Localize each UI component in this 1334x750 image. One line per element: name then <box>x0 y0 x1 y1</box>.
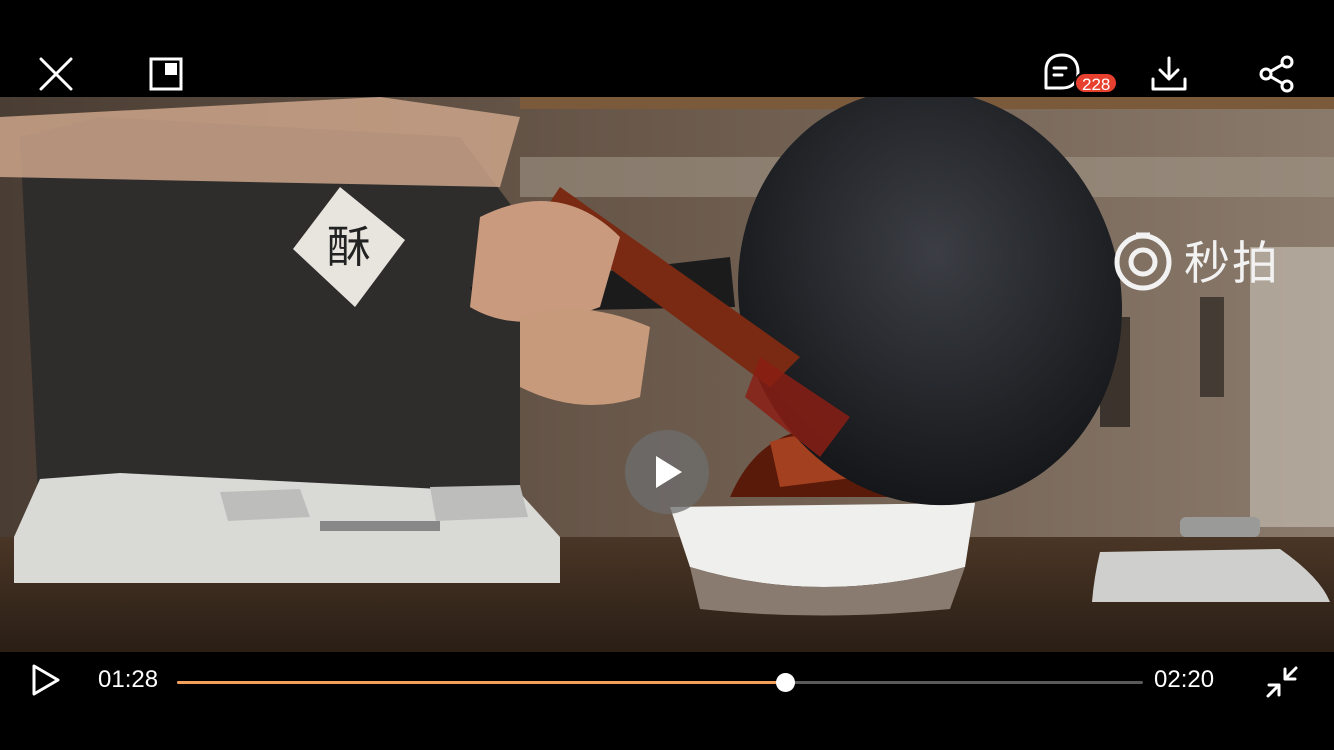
watermark-logo-icon <box>1114 232 1172 291</box>
picture-in-picture-icon <box>149 57 183 91</box>
video-scene: 酥 <box>0 97 1334 652</box>
comment-count-badge: 228 <box>1074 72 1119 94</box>
exit-fullscreen-button[interactable] <box>1262 662 1306 706</box>
exit-fullscreen-icon <box>1266 666 1298 698</box>
top-bar: 228 <box>0 0 1334 97</box>
share-button[interactable] <box>1252 50 1302 98</box>
current-time: 01:28 <box>98 666 159 693</box>
watermark: 秒拍 <box>1112 227 1280 293</box>
comment-button[interactable]: 228 <box>1040 50 1120 98</box>
play-icon <box>32 664 60 696</box>
playback-controls: 01:28 02:20 <box>0 652 1334 750</box>
picture-in-picture-button[interactable] <box>142 50 190 98</box>
close-icon <box>39 57 73 91</box>
apron-character: 酥 <box>327 222 371 273</box>
watermark-text: 秒拍 <box>1184 237 1280 289</box>
download-button[interactable] <box>1144 50 1194 98</box>
download-icon <box>1151 56 1187 91</box>
video-frame[interactable]: 酥 秒拍 <box>0 97 1334 652</box>
center-play-button[interactable] <box>625 430 709 514</box>
progress-fill <box>177 681 785 684</box>
play-icon <box>656 456 682 488</box>
progress-bar[interactable] <box>177 673 1143 692</box>
progress-thumb[interactable] <box>775 673 795 692</box>
play-button[interactable] <box>26 662 70 702</box>
close-button[interactable] <box>32 50 80 98</box>
total-time: 02:20 <box>1154 666 1215 693</box>
share-icon <box>1259 55 1294 93</box>
